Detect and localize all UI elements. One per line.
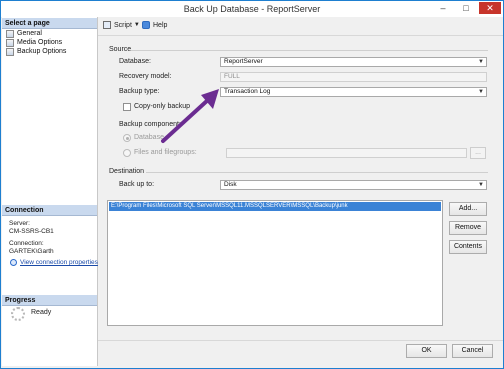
back-up-to-value: Disk xyxy=(224,181,237,188)
connection-value: GARTEK\Garth xyxy=(9,248,54,255)
minimize-button[interactable]: – xyxy=(433,2,453,14)
view-connection-properties-label: View connection properties xyxy=(20,259,98,266)
database-select[interactable]: ReportServer ▼ xyxy=(220,57,487,67)
view-connection-properties-link[interactable]: View connection properties xyxy=(10,259,98,266)
help-label: Help xyxy=(153,21,168,29)
maximize-button[interactable]: □ xyxy=(456,2,476,14)
destination-section-label: Destination xyxy=(109,168,145,175)
back-up-to-label: Back up to: xyxy=(119,181,155,188)
page-item-label: Backup Options xyxy=(17,48,67,55)
help-icon xyxy=(142,21,150,29)
recovery-model-field: FULL xyxy=(220,72,487,82)
select-page-header: Select a page xyxy=(2,18,97,29)
database-label: Database: xyxy=(119,58,151,65)
window-title: Back Up Database - ReportServer xyxy=(183,4,321,14)
chevron-down-icon: ▼ xyxy=(133,22,140,28)
filegroups-field xyxy=(226,148,467,158)
server-value: CM-SSRS-CB1 xyxy=(9,228,54,235)
chevron-down-icon: ▼ xyxy=(478,59,484,65)
recovery-model-label: Recovery model: xyxy=(119,73,172,80)
component-files-radio[interactable] xyxy=(123,149,131,157)
contents-button[interactable]: Contents xyxy=(449,240,487,254)
progress-spinner-icon xyxy=(11,307,25,321)
ok-button[interactable]: OK xyxy=(406,344,447,358)
back-up-to-select[interactable]: Disk ▼ xyxy=(220,180,487,190)
title-bar: Back Up Database - ReportServer – □ ✕ xyxy=(1,1,503,17)
recovery-model-value: FULL xyxy=(224,73,240,80)
close-button[interactable]: ✕ xyxy=(479,2,501,14)
page-item-label: Media Options xyxy=(17,39,63,46)
server-label: Server: xyxy=(9,220,30,227)
script-icon xyxy=(103,21,111,29)
remove-button[interactable]: Remove xyxy=(449,221,487,235)
page-item-backup-options[interactable]: Backup Options xyxy=(6,47,66,56)
progress-status: Ready xyxy=(31,309,52,316)
source-divider xyxy=(131,50,488,51)
destination-path-row[interactable]: E:\Program Files\Microsoft SQL Server\MS… xyxy=(109,202,441,211)
dialog-window: Back Up Database - ReportServer – □ ✕ Se… xyxy=(0,0,504,369)
add-button[interactable]: Add... xyxy=(449,202,487,216)
cancel-button[interactable]: Cancel xyxy=(452,344,493,358)
page-icon xyxy=(6,47,14,56)
page-item-media-options[interactable]: Media Options xyxy=(6,38,62,47)
connection-header: Connection xyxy=(2,205,97,216)
progress-header: Progress xyxy=(2,295,97,306)
source-section-label: Source xyxy=(109,46,132,53)
chevron-down-icon: ▼ xyxy=(478,182,484,188)
page-icon xyxy=(6,29,14,38)
page-item-general[interactable]: General xyxy=(6,29,42,38)
annotation-arrow-icon xyxy=(161,89,219,143)
destination-divider xyxy=(146,172,488,173)
script-label: Script xyxy=(114,21,132,29)
connection-label: Connection: xyxy=(9,240,44,247)
connection-properties-icon xyxy=(10,259,17,266)
page-icon xyxy=(6,38,14,47)
destination-list[interactable]: E:\Program Files\Microsoft SQL Server\MS… xyxy=(107,200,443,326)
help-button[interactable]: Help xyxy=(142,21,167,29)
script-button[interactable]: Script ▼ xyxy=(103,21,140,29)
database-value: ReportServer xyxy=(224,58,263,65)
page-item-label: General xyxy=(17,30,42,37)
component-database-radio[interactable] xyxy=(123,134,131,142)
copy-only-checkbox[interactable] xyxy=(123,103,131,111)
browse-filegroups-button[interactable]: ... xyxy=(470,147,486,159)
chevron-down-icon: ▼ xyxy=(478,89,484,95)
backup-type-select[interactable]: Transaction Log ▼ xyxy=(220,87,487,97)
